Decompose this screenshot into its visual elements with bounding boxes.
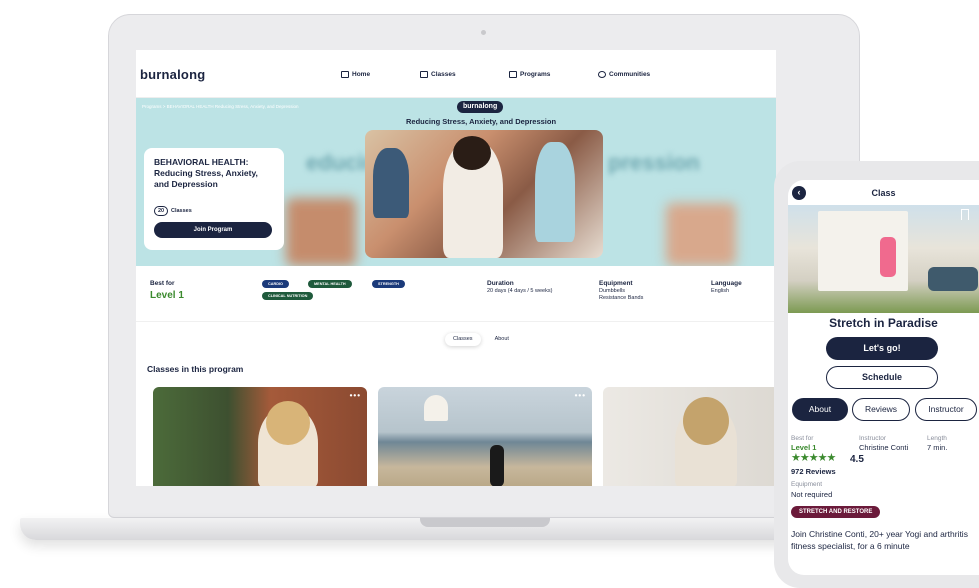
class-count-label: Classes [171, 208, 192, 214]
rating-value: 4.5 [850, 454, 864, 465]
class-photo [788, 205, 979, 313]
nav-classes-label: Classes [431, 71, 456, 78]
category-tag: STRETCH AND RESTORE [791, 506, 881, 518]
laptop-camera [481, 30, 486, 35]
nav-home-label: Home [352, 71, 371, 78]
breadcrumb[interactable]: Programs > BEHAVIORAL HEALTH Reducing St… [142, 104, 299, 109]
nav-communities-label: Communities [609, 71, 651, 78]
blurred-photo-right [666, 203, 736, 266]
nav-classes[interactable]: Classes [420, 71, 456, 78]
class-thumbnail[interactable] [603, 387, 776, 486]
hero-subtitle: Reducing Stress, Anxiety, and Depression [406, 117, 557, 126]
gazebo-shape [424, 395, 448, 421]
best-for-value: Level 1 [150, 290, 184, 301]
instructor-name[interactable]: Christine Conti [859, 443, 908, 452]
length-label: Length [927, 435, 947, 442]
hero-brand-badge: burnalong [457, 101, 504, 113]
class-name: Stretch in Paradise [829, 316, 938, 330]
duration-value: 20 days (4 days / 5 weeks) [487, 288, 553, 294]
laptop-screen: burnalong Home Classes Programs Communit… [136, 50, 776, 486]
class-count: 20 Classes [154, 206, 192, 216]
nav-programs[interactable]: Programs [509, 71, 550, 78]
class-thumbnail[interactable]: ••• [153, 387, 367, 486]
tab-reviews[interactable]: Reviews [852, 398, 910, 421]
laptop-notch [420, 518, 550, 527]
language-value: English [711, 288, 730, 294]
communities-icon [598, 71, 606, 78]
phone-page-title: Class [871, 188, 896, 198]
program-tabs: Classes About [445, 333, 517, 346]
class-description: Join Christine Conti, 20+ year Yogi and … [791, 529, 968, 551]
equipment-value-2: Resistance Bands [599, 295, 644, 301]
programs-icon [509, 71, 517, 78]
program-info-card: BEHAVIORAL HEALTH: Reducing Stress, Anxi… [144, 148, 284, 250]
rating-stars-icon: ★★★★★ [791, 452, 836, 464]
tab-about[interactable]: About [792, 398, 848, 421]
tag-mental-health: MENTAL HEALTH [308, 280, 352, 288]
program-hero-photo [365, 130, 603, 258]
length-value: 7 min. [927, 443, 948, 452]
instructor-hair [683, 397, 729, 445]
instructor-hair [266, 401, 310, 445]
classes-icon [420, 71, 428, 78]
blurred-photo-left [286, 198, 356, 266]
home-icon [341, 71, 349, 78]
tag-cardio: CARDIO [262, 280, 289, 288]
program-hero: Programs > BEHAVIORAL HEALTH Reducing St… [136, 98, 776, 266]
more-options-icon[interactable]: ••• [575, 391, 586, 400]
phone-screen: ‹ Class Stretch in Paradise Let's go! Sc… [788, 180, 979, 575]
instructor-figure [880, 237, 896, 277]
program-title: BEHAVIORAL HEALTH: Reducing Stress, Anxi… [154, 157, 258, 189]
tag-strength-label: STRENGTH [378, 282, 399, 286]
bicycles-shape [928, 267, 978, 291]
classes-section-title: Classes in this program [147, 364, 244, 374]
tag-strength: STRENGTH [372, 280, 405, 288]
instructor-label: Instructor [859, 435, 887, 442]
tag-cardio-label: CARDIO [268, 282, 283, 286]
duration-label: Duration [487, 280, 514, 287]
tab-about[interactable]: About [487, 333, 517, 346]
category-tag-label: STRETCH AND RESTORE [799, 509, 873, 515]
equipment-label: Equipment [791, 481, 823, 488]
reviews-count[interactable]: 972 Reviews [791, 467, 836, 476]
photo-person-hair [453, 136, 491, 170]
tag-clinical-nutrition-label: CLINICAL NUTRITION [268, 294, 308, 298]
nav-programs-label: Programs [520, 71, 551, 78]
photo-person-left [373, 148, 409, 218]
nav-communities[interactable]: Communities [598, 71, 650, 78]
burnalong-logo[interactable]: burnalong [140, 67, 205, 82]
best-for-label: Best for [791, 435, 814, 442]
equipment-label: Equipment [599, 280, 633, 287]
join-program-button[interactable]: Join Program [154, 222, 272, 238]
photo-person-right [535, 142, 575, 242]
top-nav: burnalong Home Classes Programs Communit… [136, 50, 776, 98]
tag-clinical-nutrition: CLINICAL NUTRITION [262, 292, 314, 300]
schedule-button[interactable]: Schedule [826, 366, 938, 389]
tab-instructor[interactable]: Instructor [915, 398, 977, 421]
class-count-badge: 20 [154, 206, 168, 216]
best-for-label: Best for [150, 280, 175, 287]
bookmark-icon[interactable] [961, 209, 969, 220]
nav-home[interactable]: Home [341, 71, 370, 78]
equipment-value: Not required [791, 490, 833, 499]
language-label: Language [711, 280, 742, 287]
lets-go-button[interactable]: Let's go! [826, 337, 938, 360]
tag-mental-health-label: MENTAL HEALTH [314, 282, 346, 286]
blurred-title-right: pression [608, 150, 700, 175]
class-thumbnail[interactable]: ••• [378, 387, 592, 486]
more-options-icon[interactable]: ••• [350, 391, 361, 400]
dancer-figure [490, 445, 504, 486]
program-details: Best for Level 1 CARDIO MENTAL HEALTH ST… [136, 266, 776, 322]
equipment-value-1: Dumbbells [599, 288, 625, 294]
tab-classes[interactable]: Classes [445, 333, 481, 346]
